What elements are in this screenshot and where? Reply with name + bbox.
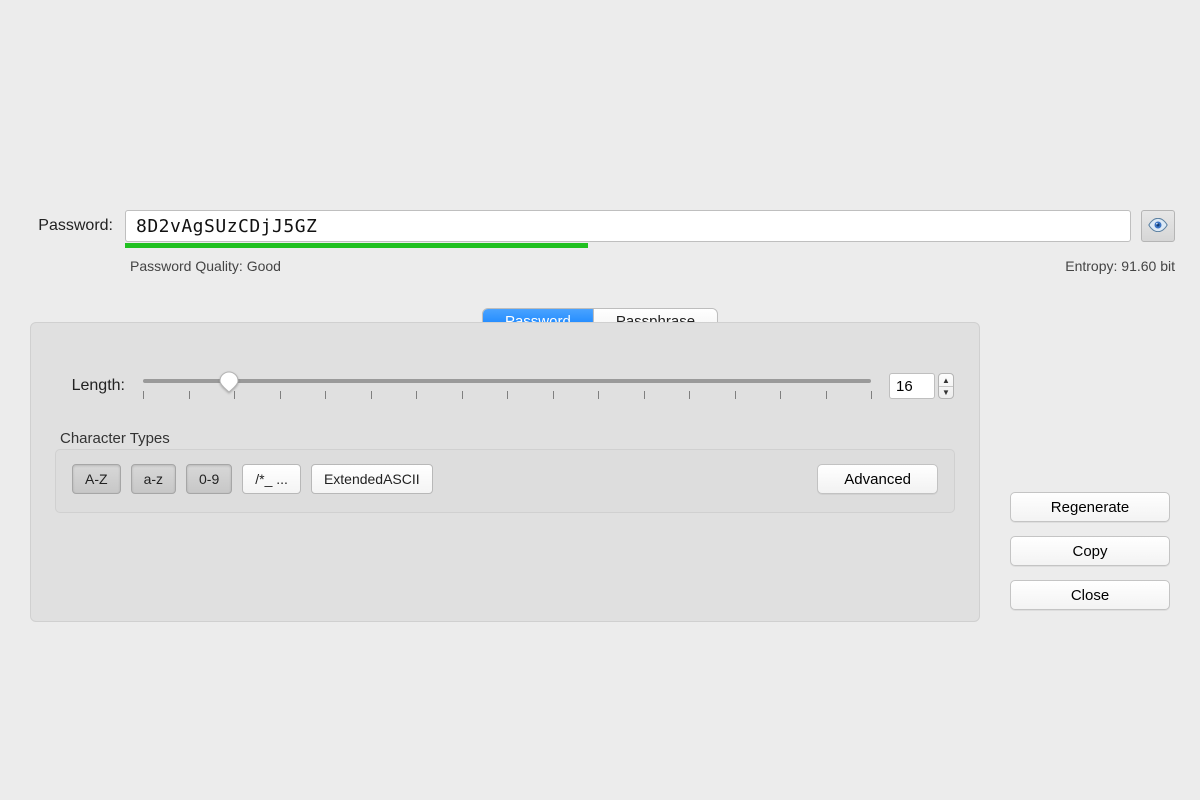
copy-button[interactable]: Copy bbox=[1010, 536, 1170, 566]
character-types-group: Character Types A-Za-z0-9/*_ ...Extended… bbox=[55, 449, 955, 513]
character-types-title: Character Types bbox=[58, 430, 172, 447]
slider-track bbox=[143, 379, 871, 383]
slider-tick bbox=[598, 391, 599, 399]
password-quality-bar bbox=[125, 243, 1131, 248]
slider-tick bbox=[325, 391, 326, 399]
length-slider[interactable] bbox=[143, 369, 871, 403]
slider-tick bbox=[462, 391, 463, 399]
length-step-down[interactable]: ▼ bbox=[939, 386, 953, 398]
charset-extascii-button[interactable]: ExtendedASCII bbox=[311, 464, 433, 494]
password-row: Password: bbox=[25, 210, 1175, 242]
slider-tick bbox=[826, 391, 827, 399]
charset-lower-button[interactable]: a-z bbox=[131, 464, 176, 494]
length-input[interactable] bbox=[889, 373, 935, 399]
password-input[interactable] bbox=[125, 210, 1131, 242]
password-meta: Password Quality: Good Entropy: 91.60 bi… bbox=[130, 258, 1175, 274]
slider-tick bbox=[416, 391, 417, 399]
slider-tick bbox=[871, 391, 872, 399]
chevron-down-icon: ▼ bbox=[942, 388, 950, 397]
toggle-visibility-button[interactable] bbox=[1141, 210, 1175, 242]
charset-digits-button[interactable]: 0-9 bbox=[186, 464, 232, 494]
advanced-button[interactable]: Advanced bbox=[817, 464, 938, 494]
slider-ticks bbox=[143, 391, 871, 401]
charset-upper-button[interactable]: A-Z bbox=[72, 464, 121, 494]
character-types-row: A-Z a-z 0-9 /*_ ... ExtendedASCII Advanced bbox=[72, 464, 938, 494]
password-label: Password: bbox=[25, 217, 125, 235]
action-buttons: Regenerate Copy Close bbox=[1010, 492, 1170, 610]
slider-tick bbox=[143, 391, 144, 399]
close-button[interactable]: Close bbox=[1010, 580, 1170, 610]
slider-tick bbox=[689, 391, 690, 399]
slider-thumb[interactable] bbox=[218, 371, 240, 393]
password-quality-fill bbox=[125, 243, 588, 248]
password-input-wrap bbox=[125, 210, 1131, 242]
length-row: Length: ▲ ▼ bbox=[55, 369, 955, 403]
password-quality-text: Password Quality: Good bbox=[130, 258, 281, 274]
length-label: Length: bbox=[55, 377, 125, 395]
length-stepper: ▲ ▼ bbox=[938, 373, 954, 399]
eye-icon bbox=[1148, 218, 1168, 235]
regenerate-button[interactable]: Regenerate bbox=[1010, 492, 1170, 522]
slider-tick bbox=[644, 391, 645, 399]
slider-tick bbox=[507, 391, 508, 399]
slider-tick bbox=[553, 391, 554, 399]
slider-tick bbox=[189, 391, 190, 399]
options-panel: Length: ▲ ▼ bbox=[30, 322, 980, 622]
password-generator-window: Password: Password Quality: Good Entropy… bbox=[0, 0, 1200, 800]
slider-tick bbox=[780, 391, 781, 399]
charset-symbols-button[interactable]: /*_ ... bbox=[242, 464, 301, 494]
slider-tick bbox=[735, 391, 736, 399]
chevron-up-icon: ▲ bbox=[942, 376, 950, 385]
length-value-group: ▲ ▼ bbox=[889, 373, 955, 399]
slider-tick bbox=[280, 391, 281, 399]
slider-tick bbox=[371, 391, 372, 399]
password-entropy-text: Entropy: 91.60 bit bbox=[1065, 258, 1175, 274]
length-step-up[interactable]: ▲ bbox=[939, 374, 953, 386]
